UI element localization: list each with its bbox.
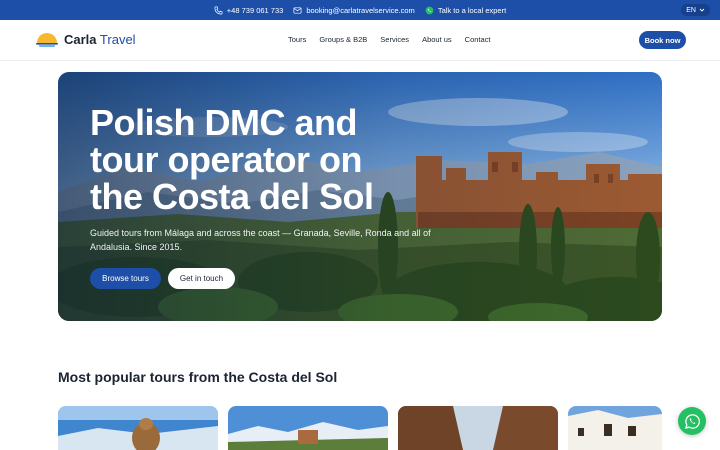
whatsapp-icon: [425, 6, 434, 14]
whatsapp-label: Talk to a local expert: [437, 5, 507, 15]
nav-tours[interactable]: Tours: [288, 35, 306, 44]
tour-card-granada[interactable]: [228, 406, 388, 450]
email-link[interactable]: booking@carlatravelservice.com: [293, 6, 415, 15]
brand-light: Travel: [99, 32, 136, 47]
main-nav: Tours Groups & B2B Services About us Con…: [288, 35, 491, 44]
brand-name: Carla Travel: [64, 32, 136, 47]
site-header: Carla Travel Tours Groups & B2B Services…: [0, 20, 720, 61]
browse-tours-button[interactable]: Browse tours: [90, 268, 161, 289]
language-selector[interactable]: EN: [681, 4, 710, 16]
get-in-touch-button[interactable]: Get in touch: [168, 268, 235, 289]
section-title: Most popular tours from the Costa del So…: [58, 369, 338, 385]
sun-logo-icon: [36, 32, 58, 47]
nav-services[interactable]: Services: [380, 35, 409, 44]
hero-title-line-3: the Costa del Sol: [90, 176, 374, 217]
nav-contact[interactable]: Contact: [465, 35, 491, 44]
hero-subtitle: Guided tours from Málaga and across the …: [90, 228, 431, 252]
email-address: booking@carlatravelservice.com: [306, 5, 415, 15]
whatsapp-icon: [684, 413, 700, 429]
hero-title: Polish DMC and tour operator on the Cost…: [90, 104, 390, 215]
whatsapp-link[interactable]: Talk to a local expert: [425, 6, 506, 15]
tour-card-image: [568, 406, 662, 450]
tour-card-caminito[interactable]: [398, 406, 558, 450]
hero-banner: Polish DMC and tour operator on the Cost…: [58, 72, 662, 321]
phone-icon: [214, 6, 223, 14]
brand-bold: Carla: [64, 32, 97, 47]
tour-card-white-village[interactable]: [568, 406, 662, 450]
language-code: EN: [686, 6, 696, 14]
chevron-down-icon: [699, 8, 705, 12]
top-contact-bar: +48 739 061 733 booking@carlatravelservi…: [0, 0, 720, 20]
nav-groups-b2b[interactable]: Groups & B2B: [319, 35, 367, 44]
logo[interactable]: Carla Travel: [36, 32, 136, 47]
mail-icon: [293, 6, 302, 14]
tour-card-image: [398, 406, 558, 450]
hero-title-line-1: Polish DMC and: [90, 102, 358, 143]
whatsapp-chat-button[interactable]: [678, 407, 706, 435]
book-now-button[interactable]: Book now: [639, 31, 686, 49]
tour-card-image: [58, 406, 218, 450]
phone-link[interactable]: +48 739 061 733: [214, 5, 284, 15]
tour-card-gibraltar[interactable]: [58, 406, 218, 450]
phone-number: +48 739 061 733: [226, 5, 284, 15]
nav-about-us[interactable]: About us: [422, 35, 452, 44]
tour-card-image: [228, 406, 388, 450]
hero-title-line-2: tour operator on: [90, 139, 362, 180]
